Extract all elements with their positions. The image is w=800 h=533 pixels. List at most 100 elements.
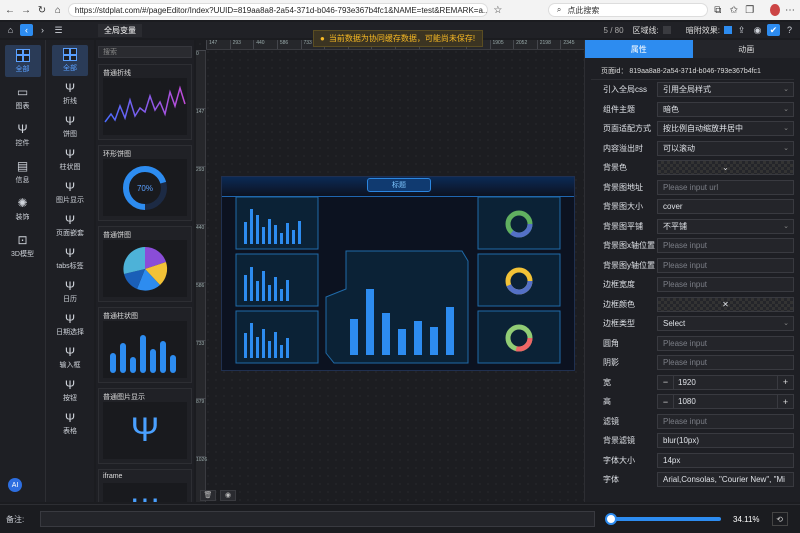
property-row: 页面适配方式 按比例自动缩放并居中 ⌄: [585, 119, 800, 139]
nav-decor[interactable]: ✺ 装饰: [5, 193, 41, 225]
color-picker[interactable]: ⌄: [657, 160, 794, 176]
address-bar[interactable]: https://stdplat.com/#/pageEditor/Index?U…: [67, 3, 488, 17]
nav-3d[interactable]: ⊡ 3D模型: [5, 230, 41, 262]
menu-icon[interactable]: ☰: [52, 24, 65, 36]
note-input[interactable]: [40, 511, 595, 527]
property-input[interactable]: Please input: [657, 335, 794, 351]
property-label: 阴影: [603, 358, 619, 368]
ruler-tick: 733: [196, 340, 206, 347]
property-label: 页面适配方式: [603, 124, 651, 134]
property-select[interactable]: 引用全局样式 ⌄: [657, 82, 794, 98]
home-icon[interactable]: ⌂: [4, 24, 17, 36]
subnav-item[interactable]: Ψ 日历: [52, 276, 88, 307]
browser-search[interactable]: ⌕ 点此搜索: [547, 3, 708, 17]
property-select[interactable]: 暗色 ⌄: [657, 101, 794, 117]
forward-icon[interactable]: →: [20, 3, 32, 17]
property-input[interactable]: 14px: [657, 452, 794, 468]
property-input[interactable]: Please input: [657, 413, 794, 429]
property-input[interactable]: blur(10px): [657, 433, 794, 449]
editor-canvas[interactable]: 1472934405867338791026117213191466161217…: [196, 40, 584, 502]
number-stepper[interactable]: −1920 +: [657, 374, 794, 390]
subnav-item[interactable]: Ψ 输入框: [52, 342, 88, 373]
eye-icon[interactable]: ◉: [751, 24, 764, 36]
color-picker[interactable]: ✕: [657, 296, 794, 312]
more-icon[interactable]: ⋯: [784, 3, 796, 17]
property-input[interactable]: Please input: [657, 257, 794, 273]
warning-icon: ●: [320, 34, 325, 43]
ai-button[interactable]: AI: [8, 478, 22, 492]
number-stepper[interactable]: −1080 +: [657, 394, 794, 410]
nav-all[interactable]: 全部: [4, 45, 41, 77]
subnav-item[interactable]: Ψ 日期选择: [52, 309, 88, 340]
property-input[interactable]: cover: [657, 199, 794, 215]
property-input[interactable]: Arial,Consolas, "Courier New", "Mi: [657, 472, 794, 488]
subnav-item[interactable]: Ψ 表格: [52, 408, 88, 439]
component-card-image[interactable]: 普通图片显示 Ψ: [98, 388, 192, 464]
component-card-bar[interactable]: 普通柱状图: [98, 307, 192, 383]
subnav-item[interactable]: Ψtabs标签: [52, 243, 88, 274]
upload-icon[interactable]: ⇪: [735, 24, 748, 36]
zoom-slider[interactable]: [605, 513, 721, 525]
grid-icon: [63, 48, 77, 61]
component-card-iframe[interactable]: iframe Ψ: [98, 469, 192, 502]
back-icon[interactable]: ←: [4, 3, 16, 17]
nav-info[interactable]: ▤ 信息: [5, 156, 41, 188]
nav-controls[interactable]: Ψ 控件: [5, 119, 41, 151]
home-icon[interactable]: ⌂: [52, 3, 64, 17]
subnav-item[interactable]: Ψ 图片显示: [52, 177, 88, 208]
property-input[interactable]: Please input: [657, 277, 794, 293]
property-label: 字体: [603, 475, 619, 485]
avatar[interactable]: [769, 4, 781, 16]
trash-icon[interactable]: 🗑: [200, 489, 216, 501]
subnav-item[interactable]: Ψ 页面嵌套: [52, 210, 88, 241]
plus-icon[interactable]: +: [778, 376, 793, 389]
collections-icon[interactable]: ❐: [744, 3, 756, 17]
component-card-pie[interactable]: 普通饼图: [98, 226, 192, 302]
nav-label: 全部: [15, 65, 30, 73]
chevron-right-icon[interactable]: ›: [36, 24, 49, 36]
component-card-line[interactable]: 普通折线: [98, 64, 192, 140]
property-label: 组件主题: [603, 104, 635, 114]
presentation-icon: ▭: [16, 85, 29, 99]
bookmark-icon[interactable]: ☆: [492, 3, 504, 17]
subnav-item[interactable]: Ψ 按钮: [52, 375, 88, 406]
subnav-item[interactable]: Ψ 饼图: [52, 111, 88, 142]
area-line-checkbox[interactable]: [662, 26, 671, 34]
subnav-item[interactable]: Ψ 折线: [52, 78, 88, 109]
plus-icon[interactable]: +: [778, 395, 793, 408]
tab-global-vars[interactable]: 全局变量: [98, 23, 142, 37]
stepper-value[interactable]: 1080: [673, 395, 778, 409]
save-icon[interactable]: ✔: [767, 24, 780, 36]
nav-label: 信息: [15, 176, 30, 184]
zoom-slider-knob[interactable]: [605, 513, 617, 525]
eye-icon[interactable]: ◉: [220, 489, 236, 501]
property-label: 背景图地址: [603, 182, 643, 192]
property-select[interactable]: Select ⌄: [657, 316, 794, 332]
minus-icon[interactable]: −: [658, 395, 673, 408]
extensions-icon[interactable]: ⧉: [712, 3, 724, 17]
reload-icon[interactable]: ↻: [36, 3, 48, 17]
property-value: 按比例自动缩放并居中: [663, 124, 743, 134]
property-input[interactable]: Please input url: [657, 179, 794, 195]
property-input[interactable]: Please input: [657, 355, 794, 371]
dashboard-screen[interactable]: 标题: [221, 176, 575, 371]
subnav-item[interactable]: 全部: [52, 45, 88, 76]
library-search-input[interactable]: 搜索: [98, 46, 192, 58]
property-select[interactable]: 不平铺 ⌄: [657, 218, 794, 234]
shadow-checkbox[interactable]: [724, 26, 732, 34]
favorites-icon[interactable]: ✩: [728, 3, 740, 17]
minus-icon[interactable]: −: [658, 376, 673, 389]
chevron-left-icon[interactable]: ‹: [20, 24, 33, 36]
help-icon[interactable]: ?: [783, 24, 796, 36]
property-row: 圆角 Please input: [585, 334, 800, 354]
stepper-value[interactable]: 1920: [673, 375, 778, 389]
tab-animation[interactable]: 动画: [692, 40, 800, 58]
tab-properties[interactable]: 属性: [585, 40, 693, 58]
property-select[interactable]: 可以滚动 ⌄: [657, 140, 794, 156]
subnav-item[interactable]: Ψ 柱状图: [52, 144, 88, 175]
fit-screen-icon[interactable]: ⟲: [771, 512, 788, 526]
property-input[interactable]: Please input: [657, 238, 794, 254]
component-card-ring[interactable]: 环形饼图 70%: [98, 145, 192, 221]
nav-charts[interactable]: ▭ 图表: [5, 82, 41, 114]
property-select[interactable]: 按比例自动缩放并居中 ⌄: [657, 121, 794, 137]
